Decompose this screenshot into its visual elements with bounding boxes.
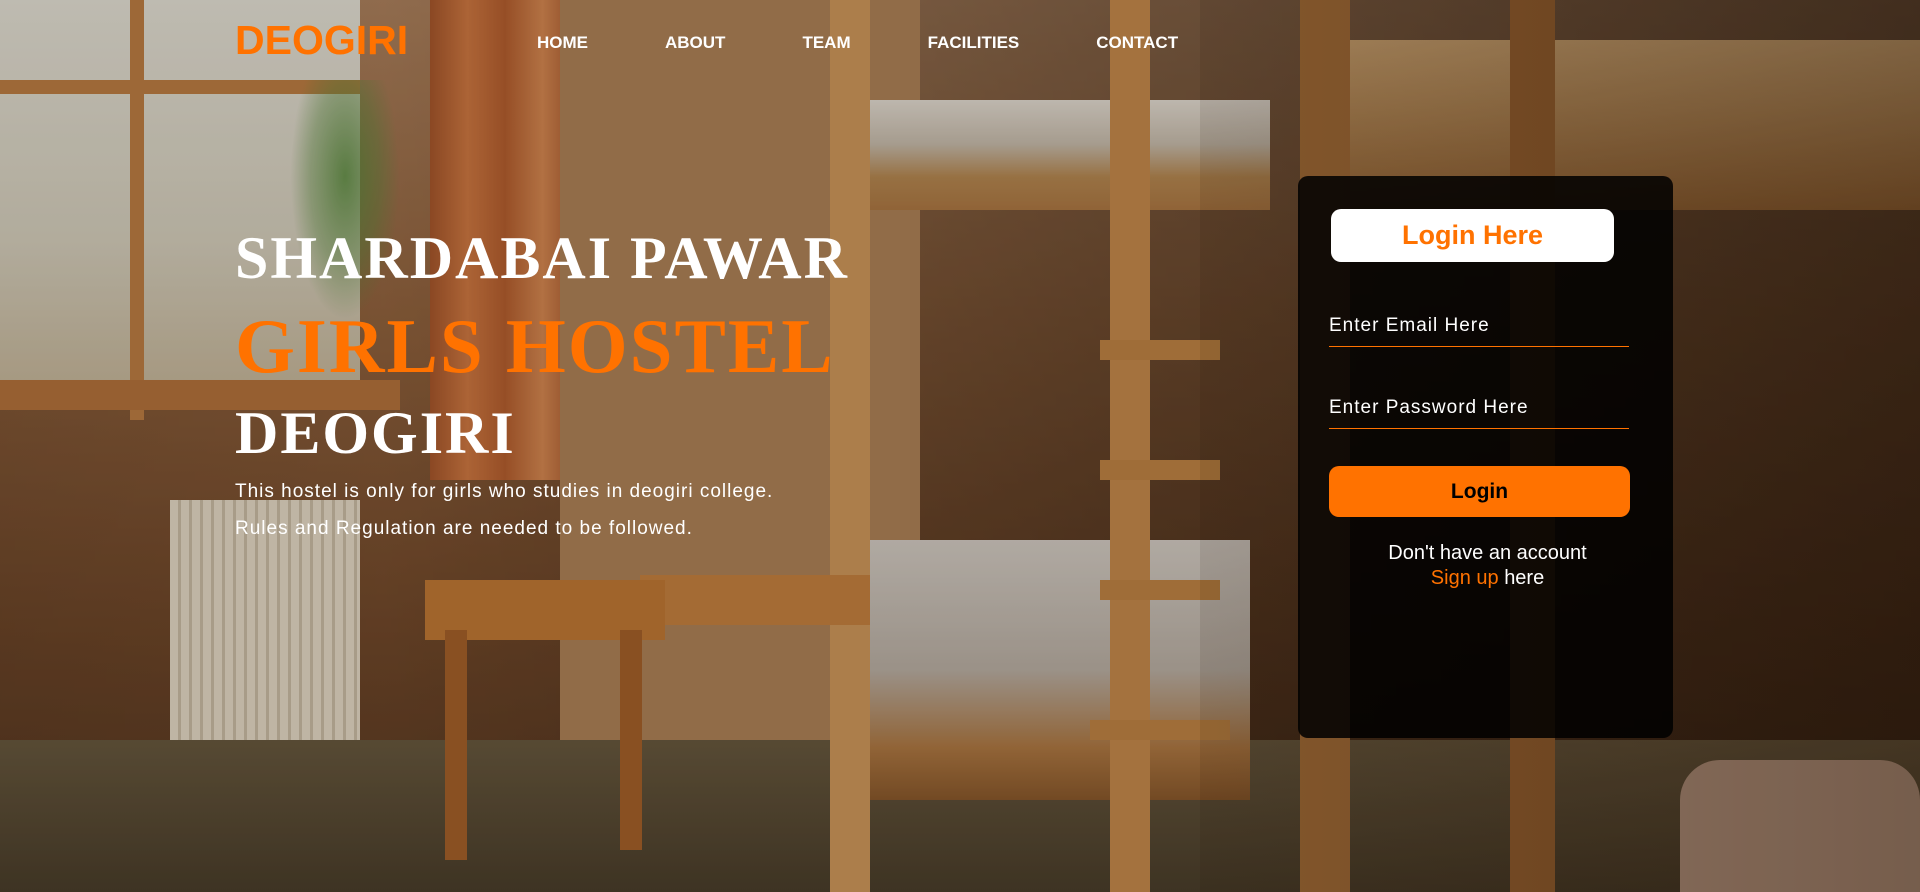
hero-title-line-2: GIRLS HOSTEL	[235, 303, 835, 389]
hero-description: This hostel is only for girls who studie…	[235, 481, 774, 502]
signup-prompt: Don't have an account Sign up here	[1298, 541, 1675, 591]
login-card: Login Here Login Don't have an account S…	[1298, 176, 1673, 738]
hero-section: SHARDABAI PAWAR GIRLS HOSTEL DEOGIRI Thi…	[235, 228, 1015, 547]
brand-logo[interactable]: DEOGIRI	[235, 17, 408, 64]
nav-item-team[interactable]: TEAM	[802, 33, 850, 53]
signup-link[interactable]: Sign up	[1431, 567, 1499, 589]
nav-menu: HOME ABOUT TEAM FACILITIES CONTACT	[537, 33, 1178, 53]
password-field[interactable]	[1329, 388, 1629, 429]
nav-item-about[interactable]: ABOUT	[665, 33, 725, 53]
nav-item-home[interactable]: HOME	[537, 33, 588, 53]
nav-item-contact[interactable]: CONTACT	[1096, 33, 1178, 53]
hero-rules-text: Rules and Regulation are needed to be fo…	[235, 518, 693, 539]
nav-item-facilities[interactable]: FACILITIES	[928, 33, 1020, 53]
login-title: Login Here	[1331, 209, 1614, 262]
signup-suffix: here	[1504, 567, 1545, 589]
hero-title-line-3: DEOGIRI	[235, 400, 516, 466]
hero-title-line-1: SHARDABAI PAWAR	[235, 225, 849, 291]
login-button[interactable]: Login	[1329, 466, 1630, 517]
navbar: DEOGIRI HOME ABOUT TEAM FACILITIES CONTA…	[0, 0, 1920, 86]
no-account-text: Don't have an account	[1388, 542, 1587, 564]
email-field[interactable]	[1329, 306, 1629, 347]
